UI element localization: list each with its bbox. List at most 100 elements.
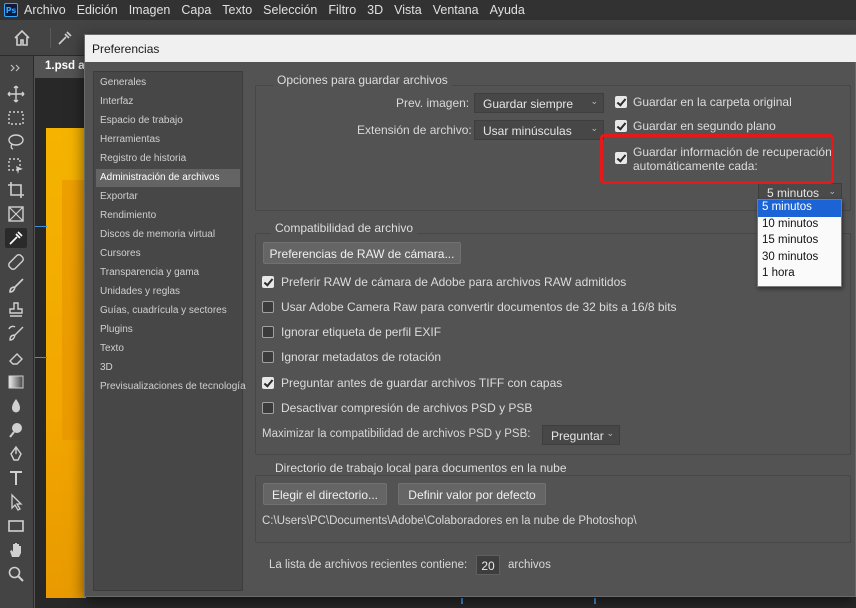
save-original-folder-label: Guardar en la carpeta original (633, 95, 792, 109)
home-icon[interactable] (12, 28, 32, 48)
save-background-checkbox[interactable] (615, 120, 627, 132)
max-compat-dropdown[interactable]: Preguntar ⌄ (542, 425, 620, 445)
nav-item-previsualizaciones-tecnologia[interactable]: Previsualizaciones de tecnología (96, 378, 246, 396)
recent-files-suffix: archivos (508, 559, 551, 571)
interval-option-1hour[interactable]: 1 hora (758, 266, 841, 283)
prefer-raw-label: Preferir RAW de cámara de Adobe para arc… (281, 275, 627, 289)
guide-line (35, 357, 47, 358)
nav-item-discos-memoria-virtual[interactable]: Discos de memoria virtual (96, 226, 240, 244)
nav-item-3d[interactable]: 3D (96, 359, 240, 377)
raw-preferences-button[interactable]: Preferencias de RAW de cámara... (263, 242, 461, 264)
nav-item-espacio-de-trabajo[interactable]: Espacio de trabajo (96, 112, 240, 130)
object-select-icon[interactable] (5, 156, 27, 176)
lasso-icon[interactable] (5, 132, 27, 152)
nav-item-texto[interactable]: Texto (96, 340, 240, 358)
canvas-artwork (46, 128, 86, 598)
save-options-heading: Opciones para guardar archivos (273, 73, 452, 87)
marquee-icon[interactable] (5, 108, 27, 128)
rectangle-icon[interactable] (5, 516, 27, 536)
path-select-icon[interactable] (5, 492, 27, 512)
menu-ayuda[interactable]: Ayuda (490, 3, 525, 17)
nav-item-interfaz[interactable]: Interfaz (96, 93, 240, 111)
nav-item-herramientas[interactable]: Herramientas (96, 131, 240, 149)
save-original-folder-checkbox[interactable] (615, 96, 627, 108)
stamp-icon[interactable] (5, 300, 27, 320)
nav-item-exportar[interactable]: Exportar (96, 188, 240, 206)
brush-icon[interactable] (5, 276, 27, 296)
preferences-dialog: Preferencias Generales Interfaz Espacio … (84, 34, 856, 597)
chevron-down-icon: ⌄ (606, 428, 614, 438)
nav-item-transparencia-y-gama[interactable]: Transparencia y gama (96, 264, 240, 282)
max-compat-label: Maximizar la compatibilidad de archivos … (262, 428, 531, 440)
extension-label: Extensión de archivo: (357, 123, 472, 137)
highlight-frame (600, 134, 834, 184)
hand-icon[interactable] (5, 540, 27, 560)
healing-icon[interactable] (5, 252, 27, 272)
camera-raw-32bit-checkbox[interactable] (262, 301, 274, 313)
nav-item-unidades-y-reglas[interactable]: Unidades y reglas (96, 283, 240, 301)
photoshop-logo[interactable]: Ps (4, 3, 18, 17)
menu-seleccion[interactable]: Selección (263, 3, 317, 17)
menu-texto[interactable]: Texto (222, 3, 252, 17)
guide-marker (461, 598, 463, 604)
nav-item-cursores[interactable]: Cursores (96, 245, 240, 263)
interval-option-30min[interactable]: 30 minutos (758, 250, 841, 267)
panel-collapse-icon[interactable] (5, 58, 27, 78)
set-default-button[interactable]: Definir valor por defecto (398, 483, 546, 505)
document-tab[interactable]: 1.psd al (35, 56, 90, 78)
ask-tiff-layers-label: Preguntar antes de guardar archivos TIFF… (281, 376, 563, 390)
interval-option-15min[interactable]: 15 minutos (758, 233, 841, 250)
cloud-directory-path: C:\Users\PC\Documents\Adobe\Colaboradore… (262, 515, 637, 527)
menu-3d[interactable]: 3D (367, 3, 383, 17)
frame-icon[interactable] (5, 204, 27, 224)
eyedropper-options-icon[interactable] (50, 28, 76, 48)
choose-directory-button[interactable]: Elegir el directorio... (263, 483, 387, 505)
type-icon[interactable] (5, 468, 27, 488)
interval-option-5min[interactable]: 5 minutos (758, 200, 841, 217)
menu-archivo[interactable]: Archivo (24, 3, 66, 17)
nav-item-administracion-de-archivos[interactable]: Administración de archivos (96, 169, 240, 187)
nav-item-registro-de-historia[interactable]: Registro de historia (96, 150, 240, 168)
blur-icon[interactable] (5, 396, 27, 416)
nav-item-plugins[interactable]: Plugins (96, 321, 240, 339)
gradient-icon[interactable] (5, 372, 27, 392)
eyedropper-icon[interactable] (5, 228, 27, 248)
history-brush-icon[interactable] (5, 324, 27, 344)
zoom-icon[interactable] (5, 564, 27, 584)
menu-capa[interactable]: Capa (181, 3, 211, 17)
move-icon[interactable] (5, 84, 27, 104)
dodge-icon[interactable] (5, 420, 27, 440)
chevron-down-icon: ⌄ (828, 186, 836, 196)
menu-filtro[interactable]: Filtro (328, 3, 356, 17)
disable-psd-compression-checkbox[interactable] (262, 402, 274, 414)
nav-item-rendimiento[interactable]: Rendimiento (96, 207, 240, 225)
guide-line (35, 226, 47, 227)
ignore-exif-checkbox[interactable] (262, 326, 274, 338)
recent-files-input[interactable]: 20 (476, 555, 500, 575)
menu-ventana[interactable]: Ventana (433, 3, 479, 17)
nav-item-generales[interactable]: Generales (96, 74, 240, 92)
preview-dropdown[interactable]: Guardar siempre ⌄ (474, 93, 604, 113)
prefer-raw-checkbox[interactable] (262, 276, 274, 288)
ignore-rotation-checkbox[interactable] (262, 351, 274, 363)
pen-icon[interactable] (5, 444, 27, 464)
extension-dropdown-value: Usar minúsculas (483, 124, 572, 138)
dialog-title: Preferencias (85, 35, 856, 62)
compat-heading: Compatibilidad de archivo (271, 221, 418, 235)
menu-vista[interactable]: Vista (394, 3, 422, 17)
chevron-down-icon: ⌄ (590, 96, 598, 106)
crop-icon[interactable] (5, 180, 27, 200)
recovery-interval-value: 5 minutos (767, 186, 820, 200)
menu-imagen[interactable]: Imagen (129, 3, 171, 17)
chevron-down-icon: ⌄ (590, 123, 598, 133)
disable-psd-compression-label: Desactivar compresión de archivos PSD y … (281, 401, 533, 415)
eraser-icon[interactable] (5, 348, 27, 368)
ignore-exif-label: Ignorar etiqueta de perfil EXIF (281, 325, 442, 339)
extension-dropdown[interactable]: Usar minúsculas ⌄ (474, 120, 604, 140)
interval-option-10min[interactable]: 10 minutos (758, 217, 841, 234)
ask-tiff-layers-checkbox[interactable] (262, 377, 274, 389)
recent-files-label: La lista de archivos recientes contiene: (269, 559, 468, 571)
menu-edicion[interactable]: Edición (77, 3, 118, 17)
preview-label: Prev. imagen: (396, 96, 470, 110)
nav-item-guias-cuadricula-sectores[interactable]: Guías, cuadrícula y sectores (96, 302, 240, 320)
